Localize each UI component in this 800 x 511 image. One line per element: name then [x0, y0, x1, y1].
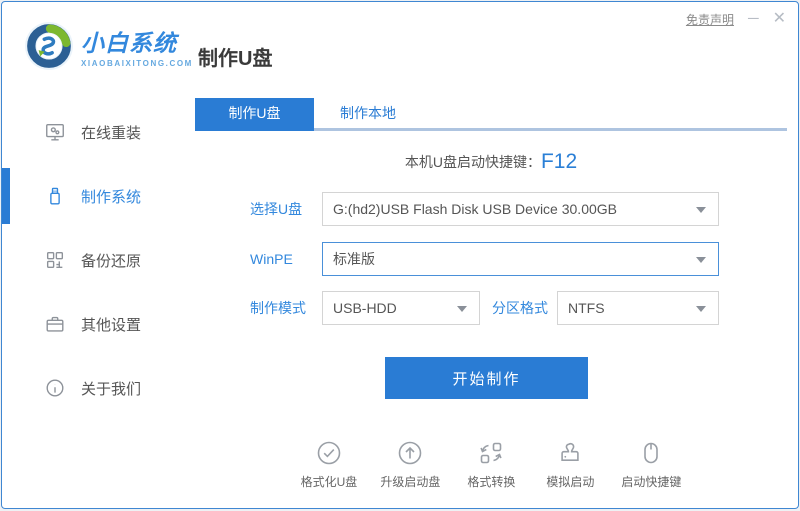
- boot-hotkey-value: F12: [540, 150, 578, 173]
- tool-format-convert[interactable]: 格式转换: [463, 439, 519, 490]
- sidebar-item-label: 备份还原: [81, 252, 142, 270]
- tool-label: 模拟启动: [546, 475, 595, 489]
- disclaimer-link[interactable]: 免责声明: [686, 11, 734, 28]
- usb-select-dropdown[interactable]: G:(hd2)USB Flash Disk USB Device 30.00GB: [322, 192, 719, 226]
- brand-logo-icon: [24, 21, 74, 76]
- boot-hotkey-line: 本机U盘启动快捷键：F12: [195, 150, 787, 174]
- stamp-icon: [556, 439, 584, 467]
- brand-text: 小白系统 XIAOBAIXITONG.COM: [81, 30, 193, 68]
- backup-grid-icon: [44, 249, 66, 271]
- sidebar-item-online-reinstall[interactable]: 在线重装: [2, 100, 188, 164]
- make-mode-label: 制作模式: [250, 300, 306, 316]
- tool-label: 启动快捷键: [621, 475, 682, 489]
- winpe-dropdown[interactable]: 标准版: [322, 242, 719, 276]
- tool-label: 升级启动盘: [380, 475, 441, 489]
- sidebar-item-label: 关于我们: [81, 380, 142, 398]
- brand-name: 小白系统: [81, 29, 177, 56]
- mouse-icon: [637, 439, 665, 467]
- sidebar-item-make-system[interactable]: 制作系统: [2, 164, 188, 228]
- sidebar-item-about-us[interactable]: 关于我们: [2, 356, 188, 420]
- usb-drive-icon: [44, 185, 66, 207]
- page-title: 制作U盘: [198, 48, 273, 70]
- sidebar-item-label: 其他设置: [81, 316, 142, 334]
- brand-domain: XIAOBAIXITONG.COM: [81, 58, 193, 68]
- minimize-icon[interactable]: ─: [748, 10, 759, 28]
- start-make-button[interactable]: 开始制作: [385, 357, 588, 399]
- bottom-toolbar: 格式化U盘 升级启动盘 格式转换 模拟启动 启动快捷键: [195, 439, 787, 490]
- tab-make-local[interactable]: 制作本地: [314, 98, 404, 128]
- monitor-gears-icon: [44, 121, 66, 143]
- tool-label: 格式转换: [467, 475, 516, 489]
- tool-format-usb[interactable]: 格式化U盘: [300, 439, 358, 490]
- partition-format-label: 分区格式: [492, 300, 548, 316]
- usb-select-value: G:(hd2)USB Flash Disk USB Device 30.00GB: [333, 201, 617, 217]
- arrow-up-circle-icon: [396, 439, 424, 467]
- convert-icon: [477, 439, 505, 467]
- tool-simulate-boot[interactable]: 模拟启动: [542, 439, 598, 490]
- sidebar-item-label: 制作系统: [81, 188, 142, 206]
- chevron-down-icon: [696, 306, 706, 312]
- info-circle-icon: [44, 377, 66, 399]
- chevron-down-icon: [457, 306, 467, 312]
- tool-upgrade-boot-disk[interactable]: 升级启动盘: [380, 439, 440, 490]
- app-window: 免责声明 ─ ✕ 小白系统 XIAOBAIXITONG.COM 制作U盘 在线重…: [1, 1, 799, 509]
- winpe-value: 标准版: [333, 251, 375, 267]
- usb-select-label: 选择U盘: [250, 201, 303, 217]
- sidebar-item-label: 在线重装: [81, 124, 142, 142]
- boot-hotkey-label: 本机U盘启动快捷键：: [404, 154, 541, 170]
- partition-format-value: NTFS: [568, 300, 605, 316]
- tool-boot-hotkey[interactable]: 启动快捷键: [621, 439, 681, 490]
- brand-logo: 小白系统 XIAOBAIXITONG.COM: [24, 21, 193, 76]
- partition-format-dropdown[interactable]: NTFS: [557, 291, 719, 325]
- make-mode-value: USB-HDD: [333, 300, 397, 316]
- tab-underline: [195, 128, 787, 131]
- winpe-label: WinPE: [250, 251, 293, 267]
- sidebar: 在线重装 制作系统 备份还原 其他设置 关于我们: [2, 100, 188, 420]
- window-controls: 免责声明 ─ ✕: [686, 10, 786, 28]
- briefcase-icon: [44, 313, 66, 335]
- chevron-down-icon: [696, 257, 706, 263]
- tab-bar: 制作U盘 制作本地: [195, 98, 404, 128]
- sidebar-item-other-settings[interactable]: 其他设置: [2, 292, 188, 356]
- make-mode-dropdown[interactable]: USB-HDD: [322, 291, 480, 325]
- sidebar-item-backup-restore[interactable]: 备份还原: [2, 228, 188, 292]
- chevron-down-icon: [696, 207, 706, 213]
- tab-make-usb[interactable]: 制作U盘: [195, 98, 314, 128]
- tool-label: 格式化U盘: [300, 475, 358, 489]
- close-icon[interactable]: ✕: [773, 10, 786, 28]
- check-circle-icon: [315, 439, 343, 467]
